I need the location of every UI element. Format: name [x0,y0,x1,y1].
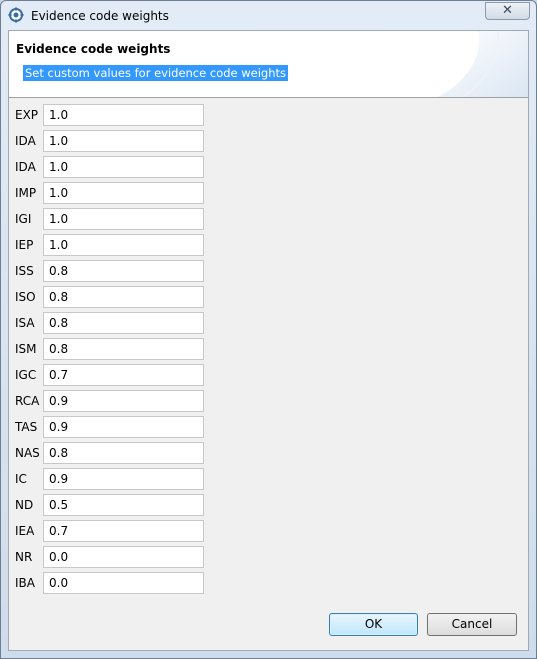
evidence-code-label: ISS [15,264,34,278]
evidence-row: TAS [9,416,209,438]
dialog-body: Evidence code weights Set custom values … [8,30,529,651]
weight-input[interactable] [43,546,204,568]
weight-input[interactable] [43,260,204,282]
evidence-code-label: IDA [15,134,36,148]
header-decoration [438,31,528,97]
weight-input[interactable] [43,520,204,542]
evidence-row: IBA [9,572,209,594]
evidence-code-label: IMP [15,186,37,200]
evidence-code-label: ND [15,498,34,512]
evidence-row: ISS [9,260,209,282]
evidence-row: ND [9,494,209,516]
evidence-code-label: IGC [15,368,37,382]
evidence-code-label: ISM [15,342,37,356]
weight-input[interactable] [43,390,204,412]
evidence-code-label: IDA [15,160,36,174]
evidence-row: ISM [9,338,209,360]
weight-input[interactable] [43,416,204,438]
evidence-row: IEA [9,520,209,542]
evidence-code-label: IEP [15,238,34,252]
ok-button[interactable]: OK [329,613,418,636]
weight-input[interactable] [43,234,204,256]
gear-icon [8,7,24,23]
title-bar[interactable]: Evidence code weights ✕ [1,1,536,31]
cancel-button[interactable]: Cancel [427,613,517,636]
evidence-row: EXP [9,104,209,126]
evidence-code-label: TAS [15,420,38,434]
evidence-code-label: RCA [15,394,40,408]
weight-input[interactable] [43,182,204,204]
evidence-row: NAS [9,442,209,464]
weight-input[interactable] [43,312,204,334]
evidence-row: IC [9,468,209,490]
weight-input[interactable] [43,156,204,178]
header-description: Set custom values for evidence code weig… [23,65,289,81]
evidence-row: NR [9,546,209,568]
evidence-row: IGI [9,208,209,230]
weight-input[interactable] [43,130,204,152]
evidence-code-label: IC [15,472,27,486]
window-title: Evidence code weights [31,9,169,23]
dialog-window: Evidence code weights ✕ Evidence code we… [0,0,537,659]
evidence-row: IDA [9,156,209,178]
evidence-code-label: ISA [15,316,35,330]
evidence-row: IGC [9,364,209,386]
evidence-code-label: IBA [15,576,35,590]
dialog-header: Evidence code weights Set custom values … [9,31,528,98]
weight-input[interactable] [43,338,204,360]
evidence-code-label: IEA [15,524,35,538]
close-icon: ✕ [502,3,513,18]
evidence-row: IDA [9,130,209,152]
evidence-code-label: EXP [15,108,39,122]
evidence-row: RCA [9,390,209,412]
weight-input[interactable] [43,468,204,490]
weight-input[interactable] [43,572,204,594]
evidence-code-label: ISO [15,290,36,304]
evidence-code-label: NR [15,550,33,564]
evidence-row: IEP [9,234,209,256]
weight-input[interactable] [43,442,204,464]
evidence-code-label: NAS [15,446,40,460]
weight-input[interactable] [43,494,204,516]
weight-input[interactable] [43,286,204,308]
evidence-code-label: IGI [15,212,32,226]
evidence-row: IMP [9,182,209,204]
header-title: Evidence code weights [16,42,171,56]
weight-input[interactable] [43,364,204,386]
evidence-row: ISO [9,286,209,308]
evidence-row: ISA [9,312,209,334]
weight-input[interactable] [43,208,204,230]
close-button[interactable]: ✕ [485,2,530,20]
weight-input[interactable] [43,104,204,126]
